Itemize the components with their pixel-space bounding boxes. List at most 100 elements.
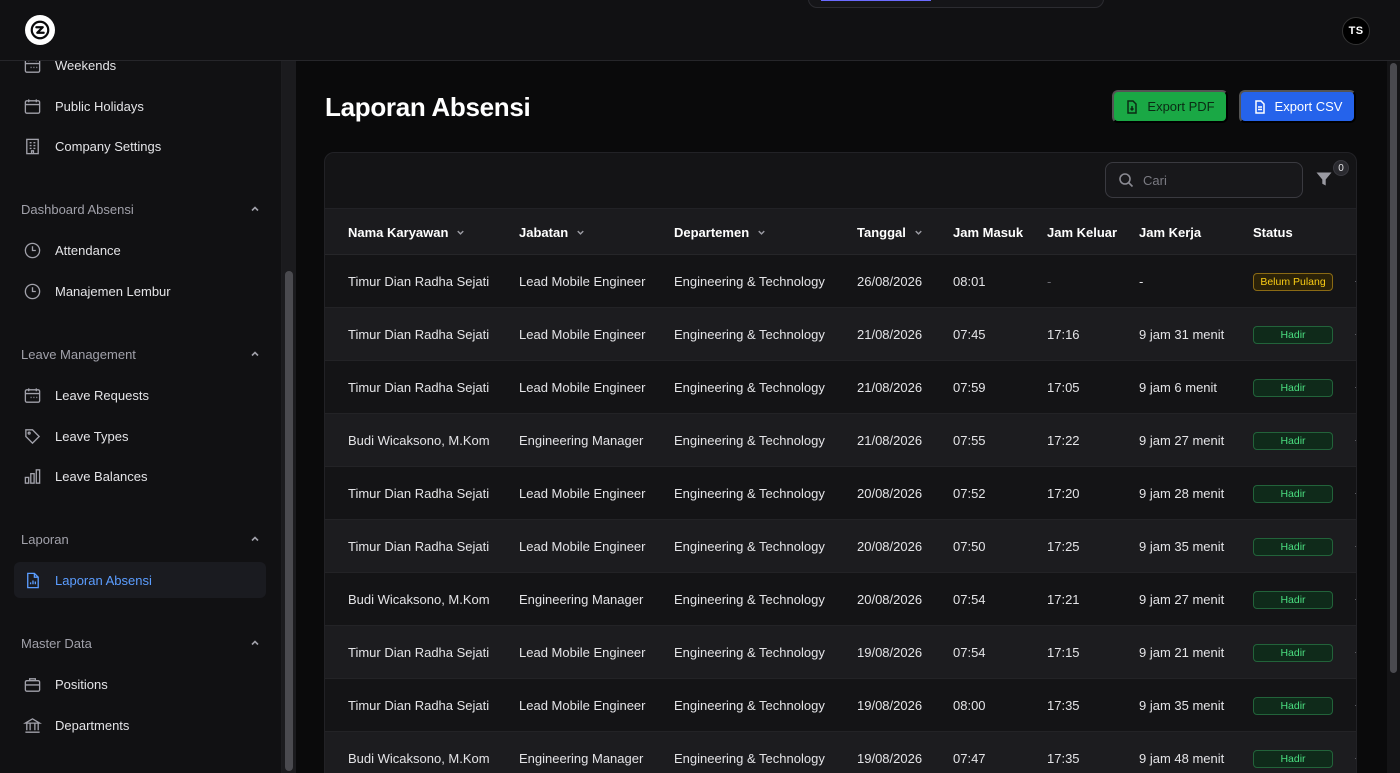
cell-text: Timur Dian Radha Sejati <box>348 486 490 501</box>
cell-departemen: Engineering & Technology <box>674 520 825 573</box>
row-overflow-marker <box>1355 758 1356 759</box>
cell-tanggal: 19/08/2026 <box>857 626 922 679</box>
cell-text: 07:54 <box>953 592 986 607</box>
table-row[interactable]: Timur Dian Radha Sejati Lead Mobile Engin… <box>325 679 1356 732</box>
status-badge: Hadir <box>1253 749 1333 768</box>
cell-text: Lead Mobile Engineer <box>519 698 646 713</box>
sidebar-item-leave-balances[interactable]: Leave Balances <box>14 458 266 494</box>
cell-jam-keluar: 17:35 <box>1047 679 1080 732</box>
sidebar-item-leave-requests[interactable]: Leave Requests <box>14 377 266 413</box>
cell-text: 17:35 <box>1047 751 1080 766</box>
cell-text: 9 jam 27 menit <box>1139 592 1225 607</box>
table-row[interactable]: Budi Wicaksono, M.Kom Engineering Manager… <box>325 732 1356 773</box>
table-row[interactable]: Timur Dian Radha Sejati Lead Mobile Engin… <box>325 626 1356 679</box>
sidebar-group-laporan[interactable]: Laporan <box>21 529 261 549</box>
cell-tanggal: 19/08/2026 <box>857 732 922 773</box>
sidebar-item-laporan-absensi[interactable]: Laporan Absensi <box>14 562 266 598</box>
sidebar-item-departments[interactable]: Departments <box>14 707 266 743</box>
cell-text: 07:52 <box>953 486 986 501</box>
cell-jam-kerja: - <box>1139 255 1143 308</box>
table-row[interactable]: Budi Wicaksono, M.Kom Engineering Manager… <box>325 573 1356 626</box>
table-row[interactable]: Timur Dian Radha Sejati Lead Mobile Engin… <box>325 361 1356 414</box>
cell-jam-kerja: 9 jam 6 menit <box>1139 361 1217 414</box>
sidebar-item-company-settings[interactable]: Company Settings <box>14 128 266 164</box>
window-scrollbar[interactable] <box>1387 61 1400 773</box>
cell-text: - <box>1047 274 1052 289</box>
cell-text: Engineering Manager <box>519 433 644 448</box>
sidebar-group-label: Master Data <box>21 635 92 651</box>
column-header-tanggal[interactable]: Tanggal <box>857 209 924 256</box>
sidebar-group-dashboard-absensi[interactable]: Dashboard Absensi <box>21 199 261 219</box>
sidebar-item-weekends[interactable]: Weekends <box>14 61 266 83</box>
table-row[interactable]: Timur Dian Radha Sejati Lead Mobile Engin… <box>325 520 1356 573</box>
sidebar-item-label: Company Settings <box>55 138 162 154</box>
cell-text: Engineering & Technology <box>674 539 825 554</box>
sidebar-group-leave-management[interactable]: Leave Management <box>21 344 261 364</box>
sidebar-scrollbar-thumb[interactable] <box>285 271 293 771</box>
chevron-up-icon <box>249 637 261 649</box>
status-badge: Hadir <box>1253 431 1333 450</box>
cell-status: Hadir <box>1253 626 1333 679</box>
cell-nama-karyawan: Timur Dian Radha Sejati <box>348 679 489 732</box>
sidebar-item-manajemen-lembur[interactable]: Manajemen Lembur <box>14 273 266 309</box>
sidebar-item-public-holidays[interactable]: Public Holidays <box>14 88 266 124</box>
sidebar-group-master-data[interactable]: Master Data <box>21 633 261 653</box>
cell-status: Hadir <box>1253 308 1333 361</box>
bar-chart-icon <box>22 466 42 486</box>
search-box[interactable] <box>1105 162 1303 198</box>
sidebar-group-label: Dashboard Absensi <box>21 201 134 217</box>
sidebar-item-label: Leave Balances <box>55 468 148 484</box>
cell-text: Budi Wicaksono, M.Kom <box>348 433 490 448</box>
column-header-jabatan[interactable]: Jabatan <box>519 209 586 256</box>
sidebar-item-attendance[interactable]: Attendance <box>14 232 266 268</box>
filter-button[interactable] <box>1315 170 1335 190</box>
filter-icon <box>1316 172 1332 186</box>
top-tab-strip[interactable] <box>808 0 1104 8</box>
cell-nama-karyawan: Timur Dian Radha Sejati <box>348 361 489 414</box>
export-csv-button[interactable]: Export CSV <box>1239 90 1356 123</box>
cell-nama-karyawan: Timur Dian Radha Sejati <box>348 520 489 573</box>
table-row[interactable]: Timur Dian Radha Sejati Lead Mobile Engin… <box>325 467 1356 520</box>
file-text-icon <box>1254 99 1265 114</box>
cell-jam-masuk: 07:47 <box>953 732 986 773</box>
app-logo[interactable] <box>25 15 55 45</box>
cell-status: Hadir <box>1253 732 1333 773</box>
cell-jam-kerja: 9 jam 21 menit <box>1139 626 1224 679</box>
cell-jam-keluar: 17:21 <box>1047 573 1080 626</box>
cell-jam-masuk: 07:54 <box>953 626 986 679</box>
tag-icon <box>22 426 42 446</box>
table-row[interactable]: Budi Wicaksono, M.Kom Engineering Manager… <box>325 414 1356 467</box>
cell-text: Timur Dian Radha Sejati <box>348 539 490 554</box>
cell-text: Engineering Manager <box>519 751 644 766</box>
cell-status: Hadir <box>1253 679 1333 732</box>
column-header-nama-karyawan[interactable]: Nama Karyawan <box>348 209 466 256</box>
cell-jam-keluar: 17:22 <box>1047 414 1080 467</box>
user-avatar[interactable]: TS <box>1342 17 1370 45</box>
sidebar-item-leave-types[interactable]: Leave Types <box>14 418 266 454</box>
cell-text: Timur Dian Radha Sejati <box>348 380 490 395</box>
filter-count-badge: 0 <box>1333 160 1349 176</box>
cell-text: 17:05 <box>1047 380 1080 395</box>
cell-jam-keluar: - <box>1047 255 1051 308</box>
building-icon <box>22 136 42 156</box>
cell-departemen: Engineering & Technology <box>674 255 825 308</box>
table-row[interactable]: Timur Dian Radha Sejati Lead Mobile Engin… <box>325 308 1356 361</box>
table-row[interactable]: Timur Dian Radha Sejati Lead Mobile Engin… <box>325 255 1356 308</box>
sidebar-scrollbar[interactable] <box>282 61 296 773</box>
cell-tanggal: 26/08/2026 <box>857 255 922 308</box>
export-pdf-button[interactable]: Export PDF <box>1112 90 1228 123</box>
cell-text: - <box>1139 274 1144 289</box>
cell-text: 07:47 <box>953 751 986 766</box>
cell-text: Engineering & Technology <box>674 645 825 660</box>
column-header-departemen[interactable]: Departemen <box>674 209 767 256</box>
cell-text: 17:21 <box>1047 592 1080 607</box>
search-input[interactable] <box>1143 172 1283 188</box>
cell-status: Hadir <box>1253 414 1333 467</box>
cell-text: Lead Mobile Engineer <box>519 645 646 660</box>
clock-icon <box>22 240 42 260</box>
cell-jam-masuk: 08:01 <box>953 255 986 308</box>
column-header-jam-keluar: Jam Keluar <box>1047 225 1118 240</box>
cell-nama-karyawan: Timur Dian Radha Sejati <box>348 467 489 520</box>
sidebar-item-positions[interactable]: Positions <box>14 666 266 702</box>
window-scrollbar-thumb[interactable] <box>1390 63 1397 673</box>
